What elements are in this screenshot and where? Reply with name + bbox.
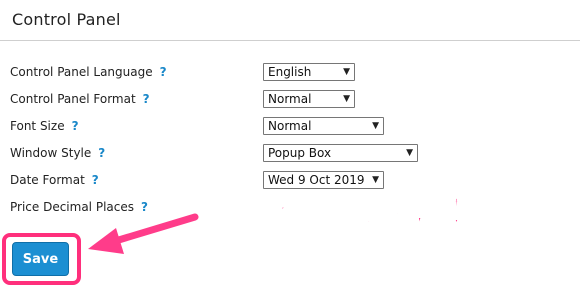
annotation-text: 保存を忘れずに！	[202, 191, 483, 233]
control-panel-page: Control Panel Control Panel Language ? E…	[0, 0, 580, 286]
annotation-arrow-icon	[88, 213, 199, 254]
save-button[interactable]: Save	[12, 242, 69, 276]
